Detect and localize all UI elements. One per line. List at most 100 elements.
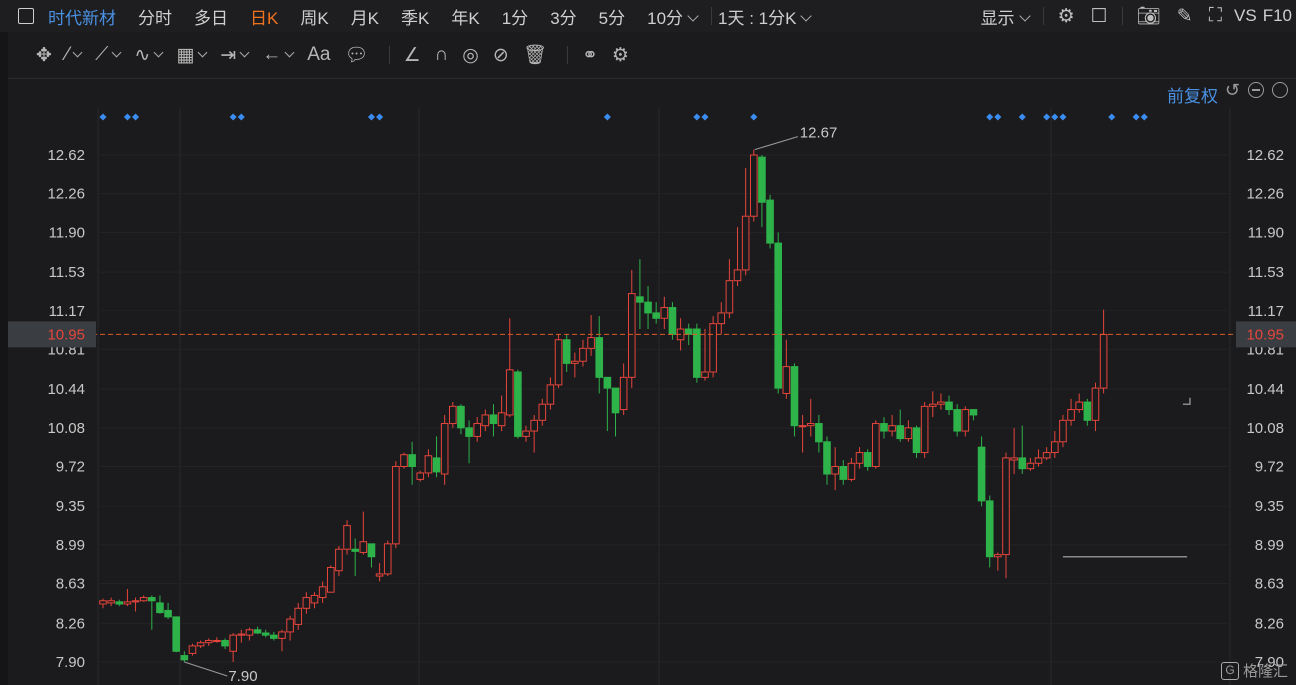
candle-body: [912, 427, 921, 454]
candle-body: [627, 293, 636, 378]
move-icon[interactable]: ✥: [36, 44, 52, 67]
layout-icon[interactable]: ☐: [1091, 5, 1108, 28]
gear-icon[interactable]: ⚙: [1058, 5, 1075, 28]
period-select[interactable]: 1天 : 1分K: [718, 4, 813, 29]
candle-body: [489, 414, 498, 425]
lock-eye-icon[interactable]: ◎: [462, 44, 479, 67]
fib-tool[interactable]: ▦: [176, 44, 208, 67]
y-tick-left: 12.62: [47, 147, 85, 164]
display-menu[interactable]: 显示: [981, 4, 1031, 29]
pen-icon[interactable]: ✎: [1177, 5, 1193, 28]
candle-body: [416, 472, 425, 480]
sidebar-toggle-icon[interactable]: [18, 8, 34, 24]
candle-body: [587, 337, 595, 349]
ruler-icon[interactable]: ∠: [404, 44, 421, 67]
range-tool[interactable]: ⇥: [220, 44, 250, 67]
candle-body: [229, 634, 237, 652]
candle-body: [115, 601, 124, 605]
arrow-tool[interactable]: ←: [262, 44, 295, 66]
candle-body: [172, 616, 181, 652]
tab-quarterly-k[interactable]: 季K: [401, 4, 429, 29]
candle-body: [1083, 401, 1092, 421]
event-marker: [376, 113, 384, 121]
candle-body: [180, 655, 189, 661]
settings-icon[interactable]: ⚙: [612, 44, 629, 67]
zoom-out-icon[interactable]: [1248, 82, 1264, 98]
tab-fenshi[interactable]: 分时: [138, 4, 172, 29]
trash-icon[interactable]: 🗑︎: [523, 43, 547, 67]
tab-weekly-k[interactable]: 周K: [300, 4, 328, 29]
y-tick-right: 10.08: [1246, 420, 1284, 437]
candle-body: [1018, 457, 1027, 470]
chevron-down-icon: [687, 9, 699, 22]
candle-body: [481, 414, 490, 427]
tab-5min[interactable]: 5分: [599, 4, 625, 29]
magnet-icon[interactable]: ∩: [435, 44, 449, 66]
logo-text: 格隆汇: [1242, 663, 1288, 680]
candle-body: [213, 640, 221, 643]
candle-body: [831, 466, 839, 475]
link-icon[interactable]: ⚭: [582, 44, 598, 67]
line-tool[interactable]: ⁄: [65, 44, 83, 66]
candle-body: [790, 366, 799, 427]
event-marker: [123, 113, 131, 121]
tab-10min[interactable]: 10分: [647, 4, 699, 29]
fullscreen-icon[interactable]: ⛶: [1209, 5, 1222, 27]
candle-body: [766, 199, 774, 244]
tab-multi-day[interactable]: 多日: [194, 4, 228, 29]
candle-body: [750, 154, 758, 217]
candle-body: [806, 423, 815, 427]
stock-title[interactable]: 时代新材: [48, 4, 116, 29]
candle-body: [107, 600, 115, 604]
hide-icon[interactable]: ⊘: [493, 44, 509, 67]
candle-body: [839, 466, 848, 480]
y-tick-right: 10.44: [1246, 381, 1284, 398]
camera-icon[interactable]: 📷︎: [1137, 4, 1161, 28]
candle-body: [733, 269, 742, 282]
candle-body: [985, 500, 994, 558]
polyline-tool[interactable]: ⟋: [95, 44, 122, 66]
tab-yearly-k[interactable]: 年K: [451, 4, 479, 29]
candle-body: [131, 600, 140, 603]
candle-body: [449, 405, 457, 425]
tab-1min[interactable]: 1分: [502, 4, 528, 29]
candle-body: [961, 409, 970, 432]
candle-body: [514, 371, 522, 437]
candle-body: [880, 423, 888, 432]
candle-body: [782, 366, 791, 394]
candle-body: [221, 640, 229, 647]
candle-body: [668, 307, 677, 335]
y-tick-right: 11.90: [1248, 224, 1284, 241]
comment-icon[interactable]: 💬︎: [344, 43, 368, 67]
candle-body: [253, 629, 262, 634]
event-marker: [1132, 113, 1140, 121]
zoom-reset-icon[interactable]: [1272, 82, 1288, 98]
event-marker: [237, 113, 245, 121]
candle-body: [440, 423, 449, 475]
tab-monthly-k[interactable]: 月K: [351, 4, 379, 29]
candle-body: [164, 609, 172, 618]
candle-body: [392, 466, 400, 545]
tab-3min[interactable]: 3分: [550, 4, 576, 29]
chevron-down-icon: [111, 47, 122, 57]
candle-body: [725, 280, 734, 314]
y-tick-right: 9.35: [1255, 498, 1284, 515]
candle-body: [977, 446, 986, 502]
text-icon[interactable]: Aa: [307, 44, 330, 66]
candle-body: [123, 601, 132, 605]
kline-chart[interactable]: 12.62 12.62 12.26 12.26 11.90 11.90 11.53 11.53…: [0, 78, 1296, 685]
vs-button[interactable]: VS: [1234, 6, 1257, 26]
line-icon: ⁄: [65, 44, 70, 65]
event-marker: [1018, 113, 1026, 121]
f10-button[interactable]: F10: [1263, 6, 1292, 26]
undo-icon[interactable]: ↺: [1225, 81, 1240, 99]
adjust-mode-button[interactable]: 前复权: [1167, 82, 1218, 107]
y-tick-left: 8.63: [56, 576, 85, 593]
y-tick-left: 8.26: [56, 615, 85, 632]
divider: [388, 46, 390, 64]
candle-body: [863, 452, 872, 468]
divider: [1121, 7, 1123, 25]
tab-daily-k[interactable]: 日K: [250, 4, 278, 29]
candle-body: [945, 401, 953, 411]
wave-tool[interactable]: ∿: [134, 44, 164, 67]
